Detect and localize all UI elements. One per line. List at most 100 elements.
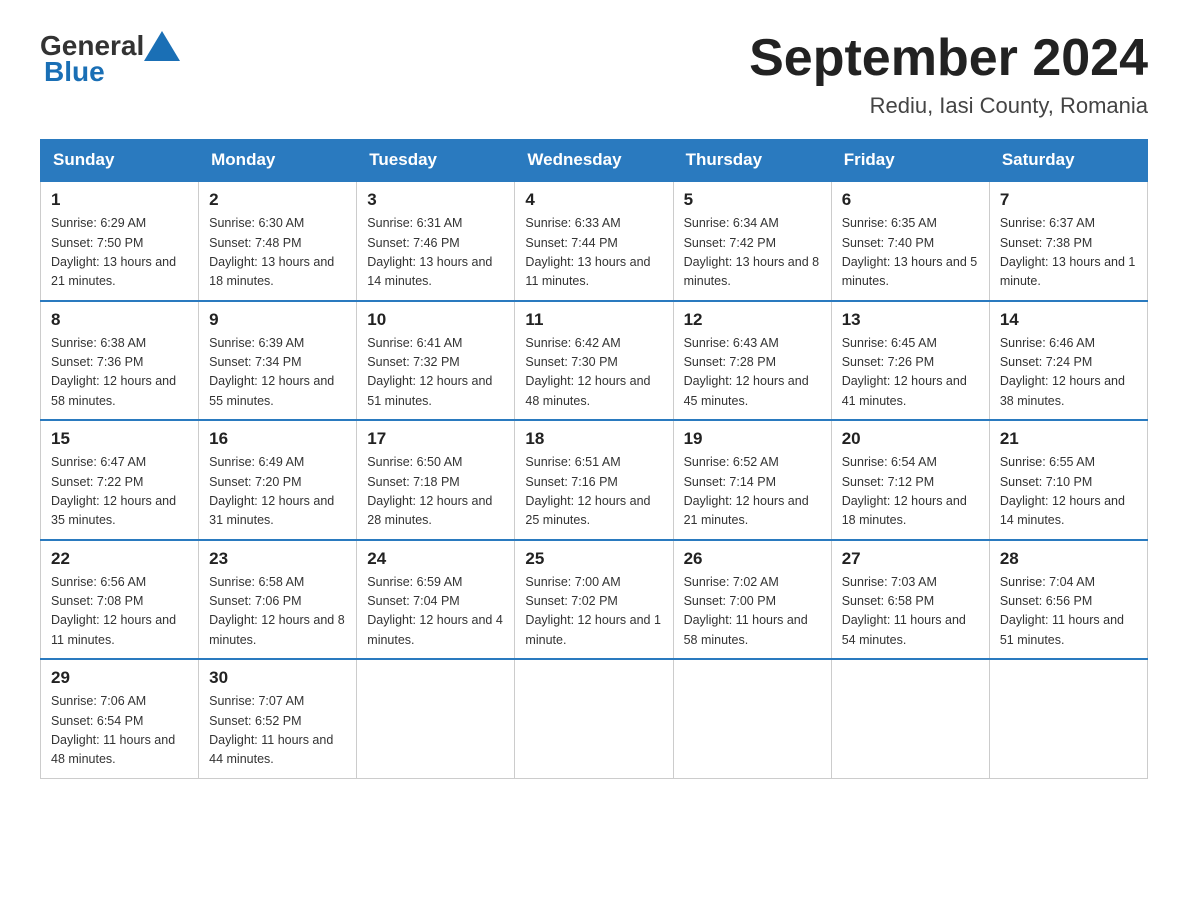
day-number: 22 (51, 549, 188, 569)
day-info: Sunrise: 6:30 AMSunset: 7:48 PMDaylight:… (209, 214, 346, 292)
day-info: Sunrise: 7:03 AMSunset: 6:58 PMDaylight:… (842, 573, 979, 651)
week-row-5: 29 Sunrise: 7:06 AMSunset: 6:54 PMDayligh… (41, 659, 1148, 778)
day-number: 7 (1000, 190, 1137, 210)
calendar-cell: 29 Sunrise: 7:06 AMSunset: 6:54 PMDayligh… (41, 659, 199, 778)
calendar-cell: 4Sunrise: 6:33 AMSunset: 7:44 PMDaylight… (515, 181, 673, 301)
calendar-cell: 21 Sunrise: 6:55 AMSunset: 7:10 PMDayligh… (989, 420, 1147, 540)
header-saturday: Saturday (989, 140, 1147, 182)
calendar-cell: 25 Sunrise: 7:00 AMSunset: 7:02 PMDayligh… (515, 540, 673, 660)
day-number: 18 (525, 429, 662, 449)
day-info: Sunrise: 6:55 AMSunset: 7:10 PMDaylight:… (1000, 453, 1137, 531)
title-area: September 2024 Rediu, Iasi County, Roman… (749, 30, 1148, 119)
calendar-cell: 28 Sunrise: 7:04 AMSunset: 6:56 PMDayligh… (989, 540, 1147, 660)
day-info: Sunrise: 6:52 AMSunset: 7:14 PMDaylight:… (684, 453, 821, 531)
day-info: Sunrise: 6:39 AMSunset: 7:34 PMDaylight:… (209, 334, 346, 412)
calendar-cell: 8 Sunrise: 6:38 AMSunset: 7:36 PMDaylight… (41, 301, 199, 421)
calendar-title: September 2024 (749, 30, 1148, 87)
day-info: Sunrise: 7:06 AMSunset: 6:54 PMDaylight:… (51, 692, 188, 770)
day-info: Sunrise: 6:31 AMSunset: 7:46 PMDaylight:… (367, 214, 504, 292)
logo-blue-text: Blue (44, 56, 105, 88)
header-friday: Friday (831, 140, 989, 182)
calendar-cell: 24 Sunrise: 6:59 AMSunset: 7:04 PMDayligh… (357, 540, 515, 660)
day-info: Sunrise: 6:34 AMSunset: 7:42 PMDaylight:… (684, 214, 821, 292)
day-number: 11 (525, 310, 662, 330)
calendar-cell: 23Sunrise: 6:58 AMSunset: 7:06 PMDayligh… (199, 540, 357, 660)
header-tuesday: Tuesday (357, 140, 515, 182)
week-row-3: 15Sunrise: 6:47 AMSunset: 7:22 PMDayligh… (41, 420, 1148, 540)
calendar-cell: 17Sunrise: 6:50 AMSunset: 7:18 PMDayligh… (357, 420, 515, 540)
header-wednesday: Wednesday (515, 140, 673, 182)
day-info: Sunrise: 6:47 AMSunset: 7:22 PMDaylight:… (51, 453, 188, 531)
day-info: Sunrise: 6:43 AMSunset: 7:28 PMDaylight:… (684, 334, 821, 412)
calendar-cell (357, 659, 515, 778)
day-number: 5 (684, 190, 821, 210)
calendar-cell (515, 659, 673, 778)
day-number: 16 (209, 429, 346, 449)
day-number: 30 (209, 668, 346, 688)
day-info: Sunrise: 6:45 AMSunset: 7:26 PMDaylight:… (842, 334, 979, 412)
header-monday: Monday (199, 140, 357, 182)
day-info: Sunrise: 6:38 AMSunset: 7:36 PMDaylight:… (51, 334, 188, 412)
day-info: Sunrise: 6:41 AMSunset: 7:32 PMDaylight:… (367, 334, 504, 412)
day-info: Sunrise: 6:29 AMSunset: 7:50 PMDaylight:… (51, 214, 188, 292)
day-number: 24 (367, 549, 504, 569)
calendar-cell: 18 Sunrise: 6:51 AMSunset: 7:16 PMDayligh… (515, 420, 673, 540)
header-sunday: Sunday (41, 140, 199, 182)
week-row-4: 22Sunrise: 6:56 AMSunset: 7:08 PMDayligh… (41, 540, 1148, 660)
calendar-cell: 13Sunrise: 6:45 AMSunset: 7:26 PMDayligh… (831, 301, 989, 421)
calendar-table: Sunday Monday Tuesday Wednesday Thursday… (40, 139, 1148, 779)
calendar-cell (989, 659, 1147, 778)
calendar-cell: 20 Sunrise: 6:54 AMSunset: 7:12 PMDayligh… (831, 420, 989, 540)
day-info: Sunrise: 6:59 AMSunset: 7:04 PMDaylight:… (367, 573, 504, 651)
day-number: 9 (209, 310, 346, 330)
calendar-cell: 11 Sunrise: 6:42 AMSunset: 7:30 PMDayligh… (515, 301, 673, 421)
day-number: 29 (51, 668, 188, 688)
logo: General Blue (40, 30, 180, 88)
day-info: Sunrise: 6:46 AMSunset: 7:24 PMDaylight:… (1000, 334, 1137, 412)
calendar-cell (831, 659, 989, 778)
day-number: 19 (684, 429, 821, 449)
day-number: 28 (1000, 549, 1137, 569)
header-thursday: Thursday (673, 140, 831, 182)
day-info: Sunrise: 6:54 AMSunset: 7:12 PMDaylight:… (842, 453, 979, 531)
day-info: Sunrise: 6:42 AMSunset: 7:30 PMDaylight:… (525, 334, 662, 412)
logo-icon (144, 31, 180, 61)
calendar-cell: 9 Sunrise: 6:39 AMSunset: 7:34 PMDaylight… (199, 301, 357, 421)
day-number: 14 (1000, 310, 1137, 330)
week-row-1: 1 Sunrise: 6:29 AMSunset: 7:50 PMDaylight… (41, 181, 1148, 301)
day-info: Sunrise: 7:04 AMSunset: 6:56 PMDaylight:… (1000, 573, 1137, 651)
calendar-cell: 14 Sunrise: 6:46 AMSunset: 7:24 PMDayligh… (989, 301, 1147, 421)
day-number: 10 (367, 310, 504, 330)
calendar-cell: 22Sunrise: 6:56 AMSunset: 7:08 PMDayligh… (41, 540, 199, 660)
day-info: Sunrise: 7:07 AMSunset: 6:52 PMDaylight:… (209, 692, 346, 770)
calendar-cell: 19 Sunrise: 6:52 AMSunset: 7:14 PMDayligh… (673, 420, 831, 540)
day-number: 12 (684, 310, 821, 330)
day-number: 20 (842, 429, 979, 449)
day-number: 26 (684, 549, 821, 569)
day-number: 1 (51, 190, 188, 210)
day-info: Sunrise: 6:58 AMSunset: 7:06 PMDaylight:… (209, 573, 346, 651)
day-number: 3 (367, 190, 504, 210)
calendar-cell: 3 Sunrise: 6:31 AMSunset: 7:46 PMDaylight… (357, 181, 515, 301)
day-number: 4 (525, 190, 662, 210)
calendar-subtitle: Rediu, Iasi County, Romania (749, 93, 1148, 119)
week-row-2: 8 Sunrise: 6:38 AMSunset: 7:36 PMDaylight… (41, 301, 1148, 421)
day-number: 2 (209, 190, 346, 210)
calendar-cell: 10 Sunrise: 6:41 AMSunset: 7:32 PMDayligh… (357, 301, 515, 421)
day-info: Sunrise: 7:00 AMSunset: 7:02 PMDaylight:… (525, 573, 662, 651)
calendar-cell: 2 Sunrise: 6:30 AMSunset: 7:48 PMDaylight… (199, 181, 357, 301)
day-info: Sunrise: 6:37 AMSunset: 7:38 PMDaylight:… (1000, 214, 1137, 292)
calendar-cell: 16 Sunrise: 6:49 AMSunset: 7:20 PMDayligh… (199, 420, 357, 540)
day-number: 21 (1000, 429, 1137, 449)
calendar-cell: 27 Sunrise: 7:03 AMSunset: 6:58 PMDayligh… (831, 540, 989, 660)
calendar-cell: 12 Sunrise: 6:43 AMSunset: 7:28 PMDayligh… (673, 301, 831, 421)
day-info: Sunrise: 6:49 AMSunset: 7:20 PMDaylight:… (209, 453, 346, 531)
day-info: Sunrise: 7:02 AMSunset: 7:00 PMDaylight:… (684, 573, 821, 651)
day-info: Sunrise: 6:51 AMSunset: 7:16 PMDaylight:… (525, 453, 662, 531)
day-number: 8 (51, 310, 188, 330)
day-number: 6 (842, 190, 979, 210)
day-number: 27 (842, 549, 979, 569)
day-number: 25 (525, 549, 662, 569)
calendar-cell: 5 Sunrise: 6:34 AMSunset: 7:42 PMDaylight… (673, 181, 831, 301)
day-number: 17 (367, 429, 504, 449)
